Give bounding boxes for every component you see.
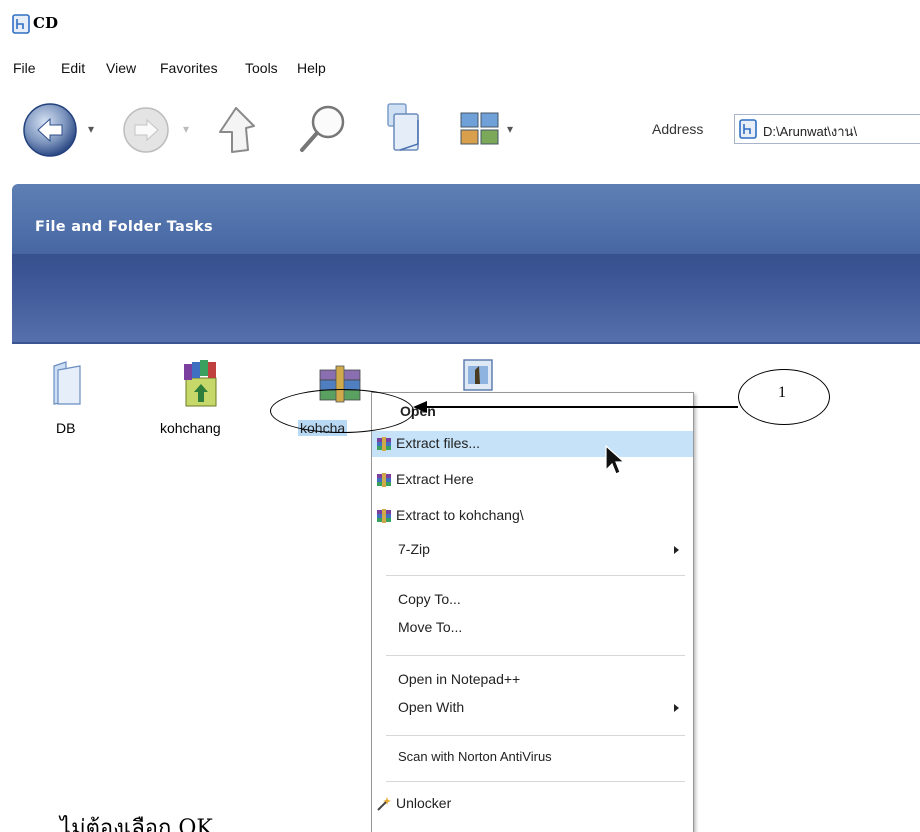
title-bar: CD	[0, 0, 920, 44]
cd-drive-icon	[12, 14, 30, 34]
folder-icon	[53, 361, 81, 405]
image-file-icon	[463, 359, 493, 391]
task-pane-title[interactable]: File and Folder Tasks	[35, 219, 213, 235]
menu-item-unlocker[interactable]: Unlocker	[372, 791, 693, 817]
menu-item-7zip[interactable]: 7-Zip	[372, 537, 693, 563]
menu-bar: File Edit View Favorites Tools Help	[0, 56, 920, 84]
menu-help[interactable]: Help	[297, 60, 326, 76]
cd-drive-icon	[739, 119, 757, 139]
menu-item-extract-files[interactable]: Extract files...	[372, 431, 693, 457]
winrar-archive-icon	[184, 360, 217, 407]
menu-item-extract-here[interactable]: Extract Here	[372, 467, 693, 493]
context-menu: Open Extract files... Extract Here Extra…	[371, 392, 694, 832]
task-pane: File and Folder Tasks	[12, 184, 920, 344]
address-bar[interactable]: D:\Arunwat\งาน\	[734, 114, 920, 144]
menu-separator	[386, 735, 685, 736]
menu-separator	[386, 655, 685, 656]
submenu-arrow-icon	[674, 546, 679, 554]
file-label: DB	[56, 420, 76, 436]
menu-item-extract-to[interactable]: Extract to kohchang\	[372, 503, 693, 529]
winrar-icon	[377, 509, 391, 523]
views-icon[interactable]	[460, 112, 500, 146]
annotation-ellipse	[270, 389, 414, 433]
menu-item-scan-norton[interactable]: Scan with Norton AntiVirus	[372, 745, 693, 771]
caption-text: ไม่ต้องเลือก OK	[60, 816, 213, 832]
file-label: kohchang	[160, 420, 221, 436]
menu-tools[interactable]: Tools	[245, 60, 278, 76]
menu-separator	[386, 575, 685, 576]
address-label: Address	[652, 121, 704, 137]
winrar-icon	[377, 473, 391, 487]
menu-item-open-notepadpp[interactable]: Open in Notepad++	[372, 667, 693, 693]
annotation-arrow-head-icon	[413, 401, 427, 413]
folders-icon[interactable]	[380, 100, 432, 158]
menu-item-move-to[interactable]: Move To...	[372, 615, 693, 641]
window-title: CD	[33, 14, 58, 32]
views-dropdown-icon[interactable]: ▾	[507, 122, 513, 136]
menu-item-copy-to[interactable]: Copy To...	[372, 587, 693, 613]
address-value: D:\Arunwat\งาน\	[763, 124, 858, 139]
file-item[interactable]	[456, 356, 506, 396]
winrar-icon	[377, 437, 391, 451]
annotation-arrow-line	[424, 406, 738, 408]
menu-edit[interactable]: Edit	[61, 60, 85, 76]
menu-separator	[386, 781, 685, 782]
unlocker-wand-icon	[377, 797, 391, 811]
up-folder-icon[interactable]	[210, 102, 262, 156]
menu-view[interactable]: View	[106, 60, 136, 76]
file-item[interactable]: kohchang	[156, 358, 256, 438]
menu-favorites[interactable]: Favorites	[160, 60, 218, 76]
back-dropdown-icon[interactable]: ▾	[88, 122, 94, 136]
mouse-cursor-icon	[605, 444, 626, 475]
back-arrow-icon[interactable]	[22, 102, 78, 158]
forward-arrow-icon[interactable]	[122, 106, 170, 154]
search-icon[interactable]	[296, 102, 350, 156]
task-pane-band	[12, 254, 920, 342]
menu-item-open-with[interactable]: Open With	[372, 695, 693, 721]
submenu-arrow-icon	[674, 704, 679, 712]
annotation-number: 1	[778, 384, 786, 401]
file-item[interactable]: DB	[44, 360, 94, 440]
menu-file[interactable]: File	[13, 60, 36, 76]
forward-dropdown-icon: ▾	[183, 122, 190, 136]
